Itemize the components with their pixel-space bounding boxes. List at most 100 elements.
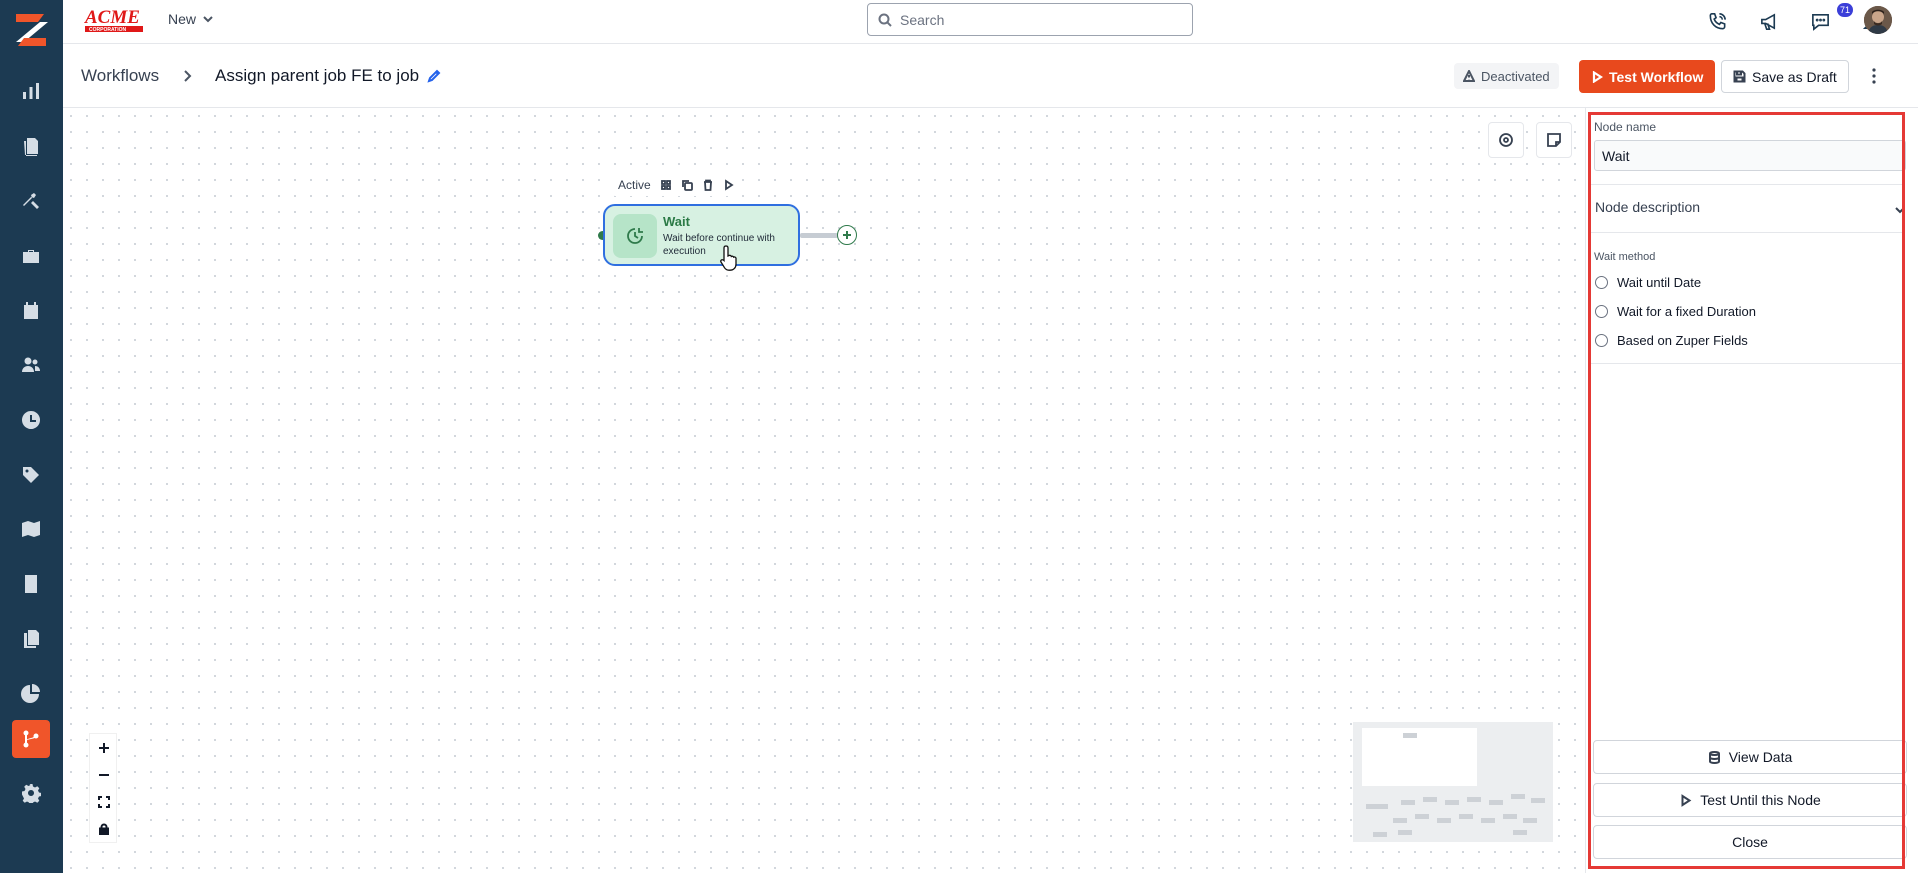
minimap-viewport xyxy=(1362,728,1477,786)
notification-count-badge: 71 xyxy=(1837,3,1854,17)
wait-option-label: Wait for a fixed Duration xyxy=(1617,304,1756,319)
minimap-node xyxy=(1373,832,1387,837)
workflow-canvas[interactable]: Active Wait Wait before continue with ex… xyxy=(63,108,1585,873)
sidebar-item-timesheets[interactable] xyxy=(12,401,50,439)
minimap-node xyxy=(1459,814,1473,819)
save-as-draft-label: Save as Draft xyxy=(1752,68,1837,85)
announcements-button[interactable] xyxy=(1756,8,1782,34)
new-menu-button[interactable]: New xyxy=(168,11,214,27)
panel-divider xyxy=(1591,184,1903,185)
panel-divider xyxy=(1591,363,1903,364)
sidebar-item-users[interactable] xyxy=(12,346,50,384)
add-node-button[interactable] xyxy=(837,225,857,245)
canvas-note-button[interactable] xyxy=(1536,122,1572,158)
acme-corporation-logo[interactable]: ACME CORPORATION xyxy=(83,4,147,34)
close-panel-button[interactable]: Close xyxy=(1593,825,1907,859)
timer-icon xyxy=(627,228,643,244)
sidebar-item-dashboard[interactable] xyxy=(12,72,50,110)
users-icon xyxy=(22,357,40,372)
minimap-node xyxy=(1467,797,1481,802)
minimap-node xyxy=(1393,818,1407,823)
minimap[interactable] xyxy=(1353,722,1553,842)
svg-text:CORPORATION: CORPORATION xyxy=(89,27,127,33)
sidebar-item-tools[interactable] xyxy=(12,182,50,220)
minimap-node xyxy=(1366,804,1388,809)
chat-button[interactable] xyxy=(1807,8,1833,34)
play-icon[interactable] xyxy=(723,179,735,191)
phone-button[interactable] xyxy=(1704,8,1730,34)
avatar-image xyxy=(1864,6,1892,34)
wait-option-until-date[interactable]: Wait until Date xyxy=(1595,275,1701,290)
minimap-node xyxy=(1489,800,1503,805)
panel-divider xyxy=(1591,232,1903,233)
minimap-node xyxy=(1513,830,1527,835)
minimap-node xyxy=(1423,797,1437,802)
sidebar-item-invoices[interactable] xyxy=(12,565,50,603)
canvas-recenter-button[interactable] xyxy=(1488,122,1524,158)
chevron-right-icon xyxy=(184,70,192,82)
user-avatar[interactable] xyxy=(1864,6,1892,34)
save-as-draft-button[interactable]: Save as Draft xyxy=(1721,60,1849,93)
node-title: Wait xyxy=(663,214,690,229)
zoom-controls xyxy=(89,733,117,843)
minimap-node xyxy=(1398,830,1412,835)
fit-view-button[interactable] xyxy=(90,788,118,815)
node-name-input[interactable] xyxy=(1594,140,1906,171)
sidebar-item-calendar[interactable] xyxy=(12,292,50,330)
lock-button[interactable] xyxy=(90,815,118,842)
sidebar-item-pricing[interactable] xyxy=(12,456,50,494)
wait-node[interactable]: Wait Wait before continue with execution xyxy=(603,204,800,266)
target-icon xyxy=(1499,133,1513,147)
test-until-node-label: Test Until this Node xyxy=(1700,792,1821,808)
view-data-button[interactable]: View Data xyxy=(1593,740,1907,774)
chevron-down-icon[interactable] xyxy=(1894,204,1906,216)
radio-button[interactable] xyxy=(1595,334,1608,347)
main-sidebar xyxy=(0,0,63,873)
node-status-label: Active xyxy=(618,178,651,192)
workflow-title: Assign parent job FE to job xyxy=(215,66,420,85)
status-badge: Deactivated xyxy=(1454,63,1559,89)
wait-method-label: Wait method xyxy=(1594,251,1656,263)
sidebar-item-jobs[interactable] xyxy=(12,127,50,165)
warning-icon xyxy=(1463,70,1475,82)
zoom-out-button[interactable] xyxy=(90,761,118,788)
sticky-note-icon xyxy=(1547,133,1561,147)
zuper-logo-icon[interactable] xyxy=(10,8,52,50)
wait-option-zuper-fields[interactable]: Based on Zuper Fields xyxy=(1595,333,1748,348)
minimap-node xyxy=(1415,814,1429,819)
chat-icon xyxy=(1811,13,1829,31)
radio-button[interactable] xyxy=(1595,276,1608,289)
zoom-in-button[interactable] xyxy=(90,734,118,761)
status-label: Deactivated xyxy=(1481,68,1550,84)
edit-pencil-icon[interactable] xyxy=(426,68,442,84)
plus-icon xyxy=(843,231,851,239)
test-workflow-label: Test Workflow xyxy=(1609,68,1704,85)
sidebar-item-settings[interactable] xyxy=(12,774,50,812)
more-options-button[interactable] xyxy=(1863,65,1885,87)
radio-button[interactable] xyxy=(1595,305,1608,318)
minimap-node xyxy=(1503,814,1517,819)
sidebar-item-workflows[interactable] xyxy=(12,720,50,758)
view-data-label: View Data xyxy=(1728,749,1793,765)
breadcrumb-workflows[interactable]: Workflows xyxy=(81,66,159,86)
test-until-node-button[interactable]: Test Until this Node xyxy=(1593,783,1907,817)
play-icon xyxy=(1592,70,1603,83)
wait-option-fixed-duration[interactable]: Wait for a fixed Duration xyxy=(1595,304,1756,319)
copy-icon[interactable] xyxy=(681,179,693,191)
minimap-node xyxy=(1445,800,1459,805)
node-description-toggle[interactable]: Node description xyxy=(1595,199,1700,215)
global-search[interactable] xyxy=(867,3,1193,36)
test-workflow-button[interactable]: Test Workflow xyxy=(1579,60,1716,93)
search-icon xyxy=(878,13,892,27)
tools-icon xyxy=(23,193,39,209)
sidebar-item-map[interactable] xyxy=(12,510,50,548)
grid-icon[interactable] xyxy=(660,179,672,191)
search-input[interactable] xyxy=(900,11,1170,28)
sidebar-item-reports[interactable] xyxy=(12,674,50,712)
sidebar-item-briefcase[interactable] xyxy=(12,237,50,275)
calendar-icon xyxy=(24,302,38,319)
trash-icon[interactable] xyxy=(702,179,714,191)
map-icon xyxy=(22,521,40,537)
sidebar-item-documents[interactable] xyxy=(12,620,50,658)
megaphone-icon xyxy=(1760,12,1775,30)
